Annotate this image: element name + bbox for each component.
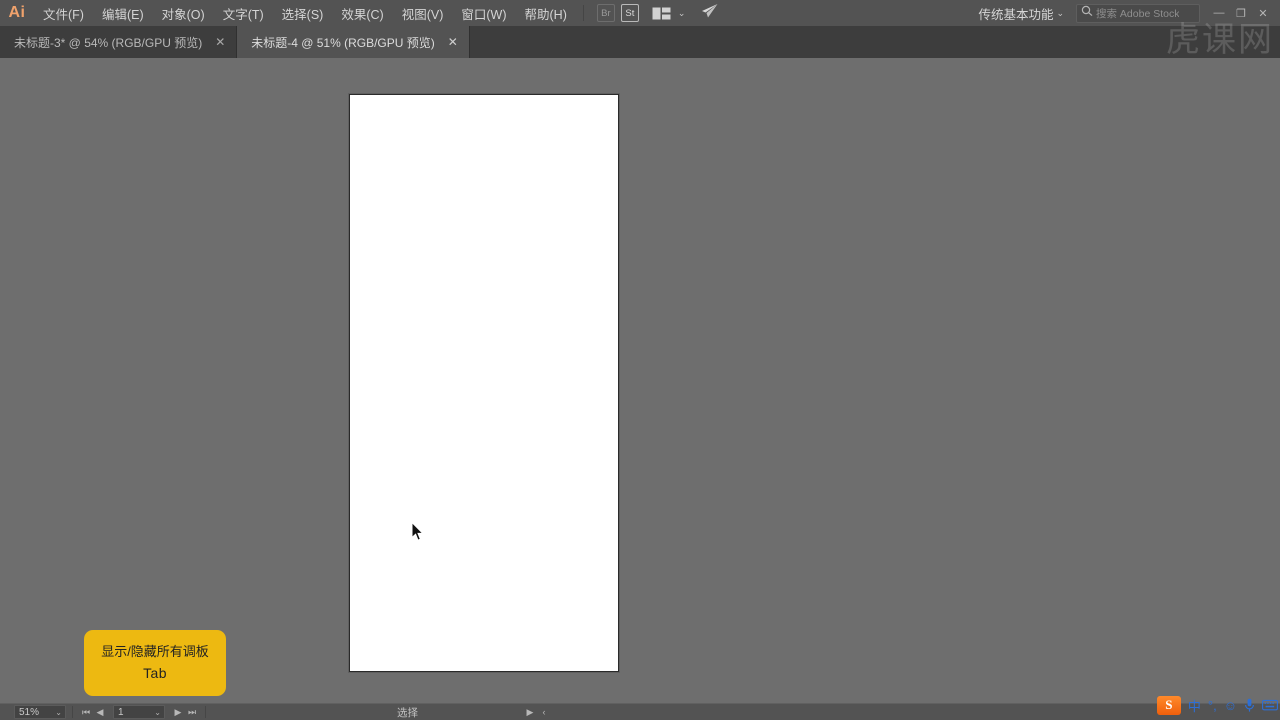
menu-bar: Ai 文件(F) 编辑(E) 对象(O) 文字(T) 选择(S) 效果(C) 视… [0,0,1280,26]
workspace-selector-label[interactable]: 传统基本功能 [978,4,1056,23]
zoom-chevron-down-icon[interactable]: ⌄ [55,708,65,717]
stock-button[interactable]: St [620,4,639,22]
ime-mode-chinese[interactable]: 中 [1188,696,1201,715]
status-chevron-left-icon[interactable]: ‹ [537,705,551,720]
search-placeholder: 搜索 Adobe Stock [1096,7,1180,20]
menu-effect[interactable]: 效果(C) [332,0,392,26]
menubar-divider [582,5,584,21]
tooltip-shortcut: Tab [143,665,167,681]
status-divider-2 [205,706,206,718]
zoom-level-value: 51% [19,706,40,718]
status-bar: 51% ⌄ ⏮ ◀ 1 ⌄ ▶ ⏭ 选择 ▶ ‹ [0,703,1280,720]
ai-logo-icon: Ai [8,4,26,21]
artboard-number-field[interactable]: 1 ⌄ [113,705,165,719]
rocket-icon[interactable] [699,3,719,24]
microphone-icon[interactable] [1244,698,1255,713]
sogou-logo-icon[interactable]: S [1156,695,1181,715]
ime-emoji-icon[interactable]: ☺ [1224,698,1237,713]
first-artboard-button[interactable]: ⏮ [79,705,93,720]
stock-search-box[interactable]: 搜索 Adobe Stock [1076,3,1200,23]
artboard[interactable] [349,94,619,672]
menu-object[interactable]: 对象(O) [153,0,214,26]
menu-window[interactable]: 窗口(W) [452,0,515,26]
menu-edit[interactable]: 编辑(E) [93,0,153,26]
artboard-chevron-down-icon[interactable]: ⌄ [154,708,164,717]
maximize-button[interactable]: ❐ [1230,2,1252,24]
bridge-button[interactable]: Br [596,4,615,22]
arrange-chevron-down-icon[interactable]: ⌄ [678,8,686,19]
close-icon[interactable]: ✕ [447,35,459,49]
artboard-number-value: 1 [118,706,124,718]
menu-view[interactable]: 视图(V) [393,0,453,26]
menu-select[interactable]: 选择(S) [273,0,333,26]
zoom-level-field[interactable]: 51% ⌄ [14,705,66,719]
arrange-documents-icon[interactable] [652,7,671,20]
ime-toolbar: S 中 °, ☺ [1156,692,1278,718]
tooltip-title: 显示/隐藏所有调板 [101,644,209,659]
tab-label: 未标题-3* @ 54% (RGB/GPU 预览) [14,35,203,50]
window-controls: — ❐ ✕ [1208,2,1274,24]
minimize-button[interactable]: — [1208,2,1230,24]
tool-status-label: 选择 [397,706,418,719]
close-icon[interactable]: ✕ [214,35,226,49]
panels-toggle-tooltip: 显示/隐藏所有调板 Tab [84,630,226,696]
menu-type[interactable]: 文字(T) [214,0,273,26]
illustrator-window: Ai 文件(F) 编辑(E) 对象(O) 文字(T) 选择(S) 效果(C) 视… [0,0,1280,720]
document-tab-untitled-3[interactable]: 未标题-3* @ 54% (RGB/GPU 预览) ✕ [0,26,238,58]
keyboard-icon[interactable] [1262,699,1278,711]
canvas-area[interactable] [0,58,1280,703]
next-artboard-button[interactable]: ▶ [171,705,185,720]
menu-help[interactable]: 帮助(H) [516,0,576,26]
tab-label: 未标题-4 @ 51% (RGB/GPU 预览) [251,35,435,50]
close-button[interactable]: ✕ [1252,2,1274,24]
search-icon [1081,4,1093,22]
menu-file[interactable]: 文件(F) [34,0,93,26]
document-tab-untitled-4[interactable]: 未标题-4 @ 51% (RGB/GPU 预览) ✕ [237,26,470,58]
workspace-chevron-down-icon[interactable]: ⌄ [1056,8,1064,19]
document-tab-bar: 未标题-3* @ 54% (RGB/GPU 预览) ✕ 未标题-4 @ 51% … [0,26,1280,58]
status-divider [72,706,73,718]
last-artboard-button[interactable]: ⏭ [185,705,199,720]
arrow-cursor-icon [411,521,425,542]
previous-artboard-button[interactable]: ◀ [93,705,107,720]
status-play-icon[interactable]: ▶ [523,705,537,720]
ime-punctuation-icon[interactable]: °, [1208,698,1217,713]
